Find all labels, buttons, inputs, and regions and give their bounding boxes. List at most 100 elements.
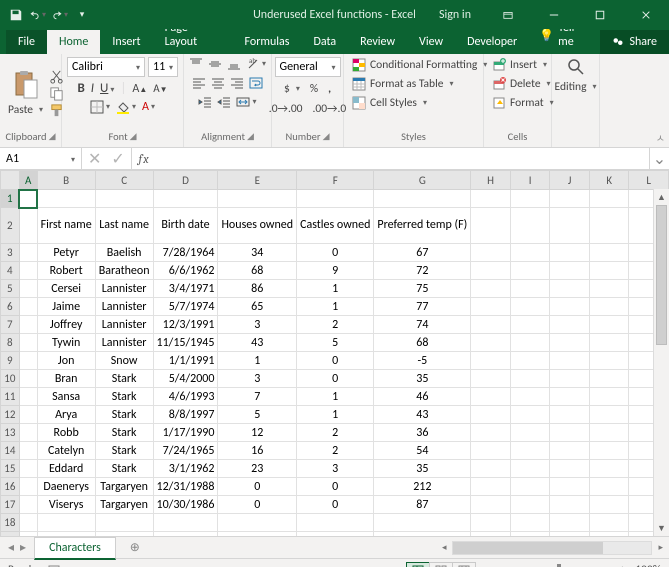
view-page-break-icon[interactable]: [452, 562, 476, 567]
cell[interactable]: [297, 190, 374, 208]
cell[interactable]: 0: [297, 244, 374, 262]
cell[interactable]: [19, 460, 37, 478]
editing-button[interactable]: Editing: [553, 79, 599, 95]
cell[interactable]: [218, 190, 297, 208]
cell[interactable]: 8/8/1997: [153, 406, 218, 424]
cell[interactable]: [510, 262, 550, 280]
cell[interactable]: [19, 496, 37, 514]
cell[interactable]: 87: [374, 496, 471, 514]
cell[interactable]: [471, 514, 511, 532]
row-header[interactable]: 8: [1, 334, 20, 352]
cell[interactable]: [374, 190, 471, 208]
cell[interactable]: Jaime: [37, 298, 95, 316]
cell[interactable]: 5: [218, 406, 297, 424]
cell[interactable]: [550, 244, 590, 262]
cell[interactable]: [510, 424, 550, 442]
row-header[interactable]: 11: [1, 388, 20, 406]
cell[interactable]: 0: [218, 478, 297, 496]
percent-format-icon[interactable]: %: [308, 81, 320, 97]
cell[interactable]: [471, 478, 511, 496]
cell[interactable]: [589, 334, 629, 352]
cell[interactable]: [19, 442, 37, 460]
cell[interactable]: [510, 406, 550, 424]
cell[interactable]: Tywin: [37, 334, 95, 352]
cell[interactable]: 4/6/1993: [153, 388, 218, 406]
increase-decimal-icon[interactable]: .0→.00: [267, 101, 305, 117]
cell[interactable]: Stark: [95, 424, 153, 442]
cell[interactable]: [589, 316, 629, 334]
row-header[interactable]: 12: [1, 406, 20, 424]
cell[interactable]: [510, 442, 550, 460]
number-launcher-icon[interactable]: ◢: [323, 131, 330, 142]
row-header[interactable]: 1: [1, 190, 20, 208]
cell[interactable]: [550, 388, 590, 406]
cell[interactable]: [37, 532, 95, 537]
cell[interactable]: 212: [374, 478, 471, 496]
comma-format-icon[interactable]: ,: [326, 81, 333, 97]
cell[interactable]: 77: [374, 298, 471, 316]
cell[interactable]: [510, 190, 550, 208]
cell[interactable]: [19, 424, 37, 442]
row-header[interactable]: 2: [1, 208, 20, 244]
cell[interactable]: 1: [297, 388, 374, 406]
cell[interactable]: 43: [374, 406, 471, 424]
cell[interactable]: [510, 208, 550, 244]
cell[interactable]: [550, 514, 590, 532]
accounting-format-icon[interactable]: $: [282, 81, 302, 97]
cell[interactable]: 3/4/1971: [153, 280, 218, 298]
cell[interactable]: [19, 352, 37, 370]
cell[interactable]: [297, 532, 374, 537]
cell[interactable]: [589, 514, 629, 532]
cell[interactable]: [510, 388, 550, 406]
cell[interactable]: Snow: [95, 352, 153, 370]
row-header[interactable]: 5: [1, 280, 20, 298]
redo-icon[interactable]: [52, 7, 68, 23]
cell[interactable]: Birth date: [153, 208, 218, 244]
cell[interactable]: 46: [374, 388, 471, 406]
column-header[interactable]: G: [374, 171, 471, 190]
cell[interactable]: 16: [218, 442, 297, 460]
cell[interactable]: [471, 388, 511, 406]
cell[interactable]: [153, 532, 218, 537]
cell[interactable]: 34: [218, 244, 297, 262]
cell[interactable]: [550, 406, 590, 424]
view-normal-icon[interactable]: [406, 562, 430, 567]
column-header[interactable]: I: [510, 171, 550, 190]
cell[interactable]: [589, 388, 629, 406]
cell[interactable]: [471, 334, 511, 352]
cell[interactable]: [589, 208, 629, 244]
cell[interactable]: 86: [218, 280, 297, 298]
font-launcher-icon[interactable]: ◢: [130, 131, 137, 142]
cell[interactable]: [95, 190, 153, 208]
cell[interactable]: 1/1/1991: [153, 352, 218, 370]
cell[interactable]: Lannister: [95, 316, 153, 334]
horizontal-scrollbar[interactable]: [452, 541, 652, 555]
cell[interactable]: [218, 514, 297, 532]
zoom-in-button[interactable]: +: [620, 563, 626, 567]
delete-cells-button[interactable]: Delete: [490, 76, 553, 92]
qat-customize-icon[interactable]: ▾: [74, 7, 90, 23]
new-sheet-button[interactable]: ⊕: [124, 537, 146, 559]
row-header[interactable]: 17: [1, 496, 20, 514]
insert-cells-button[interactable]: Insert: [490, 57, 549, 73]
select-all-corner[interactable]: [1, 171, 20, 190]
cell[interactable]: [471, 208, 511, 244]
row-header[interactable]: 18: [1, 514, 20, 532]
cell[interactable]: 3: [218, 316, 297, 334]
cell[interactable]: [510, 496, 550, 514]
cell[interactable]: [550, 352, 590, 370]
sheet-nav-next-icon[interactable]: ▸: [20, 540, 26, 555]
cell[interactable]: 65: [218, 298, 297, 316]
cell[interactable]: [510, 532, 550, 537]
cell[interactable]: [510, 334, 550, 352]
increase-indent-icon[interactable]: [217, 95, 231, 109]
cell[interactable]: [19, 190, 37, 208]
cell[interactable]: [589, 478, 629, 496]
cell[interactable]: Stark: [95, 406, 153, 424]
cell[interactable]: [19, 316, 37, 334]
tab-developer[interactable]: Developer: [455, 30, 529, 54]
cell[interactable]: 43: [218, 334, 297, 352]
paste-icon[interactable]: [13, 70, 39, 100]
cell[interactable]: Stark: [95, 388, 153, 406]
cell[interactable]: Bran: [37, 370, 95, 388]
